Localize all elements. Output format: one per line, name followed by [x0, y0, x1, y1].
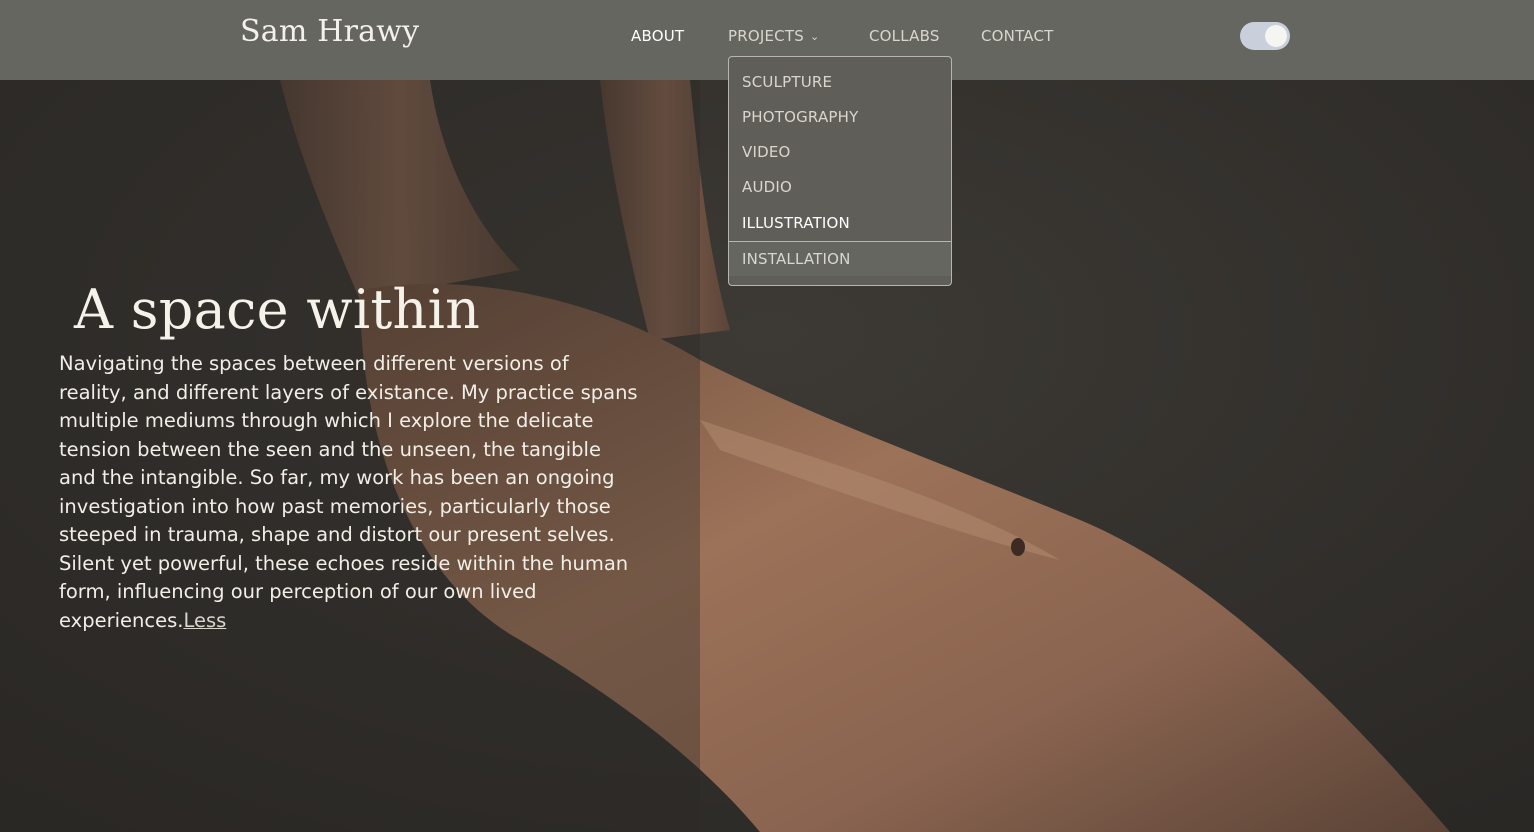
dropdown-item-video[interactable]: VIDEO — [729, 135, 951, 170]
dropdown-item-sculpture[interactable]: SCULPTURE — [729, 65, 951, 100]
dropdown-item-audio[interactable]: AUDIO — [729, 170, 951, 205]
brand-logo-text[interactable]: Sam Hrawy — [240, 14, 419, 49]
chevron-down-icon: ⌄ — [809, 30, 820, 43]
nav-collabs[interactable]: COLLABS — [869, 27, 940, 45]
dropdown-item-illustration[interactable]: ILLUSTRATION — [729, 206, 951, 241]
dropdown-item-installation[interactable]: INSTALLATION — [729, 241, 951, 276]
dropdown-item-photography[interactable]: PHOTOGRAPHY — [729, 100, 951, 135]
less-link[interactable]: Less — [183, 609, 226, 632]
hero-description-text: Navigating the spaces between different … — [59, 352, 638, 632]
hero-description: Navigating the spaces between different … — [59, 350, 639, 635]
hero-title: A space within — [74, 278, 481, 341]
projects-dropdown-menu: SCULPTURE PHOTOGRAPHY VIDEO AUDIO ILLUST… — [728, 56, 952, 286]
nav-contact[interactable]: CONTACT — [981, 27, 1054, 45]
nav-projects[interactable]: PROJECTS ⌄ — [728, 27, 819, 45]
nav-projects-label: PROJECTS — [728, 27, 804, 45]
toggle-knob — [1265, 25, 1287, 47]
nav-about[interactable]: ABOUT — [631, 27, 684, 45]
theme-toggle[interactable] — [1240, 22, 1290, 50]
